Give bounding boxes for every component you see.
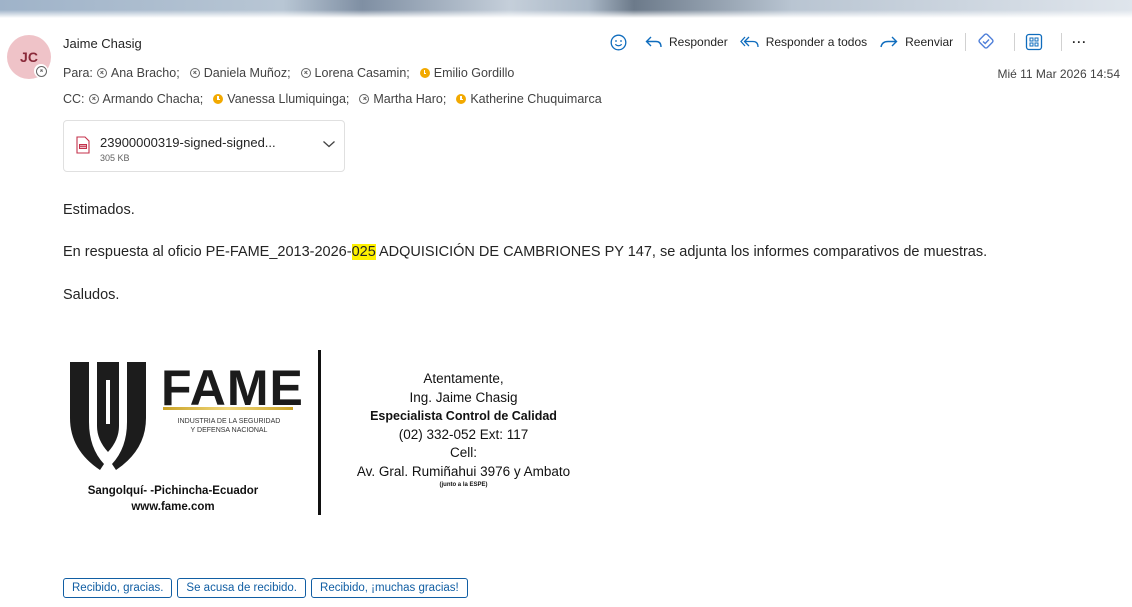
body-text-suffix: ADQUISICIÓN DE CAMBRIONES PY 147, se adj… — [375, 244, 988, 260]
signature-website: www.fame.com — [131, 501, 215, 513]
forward-button[interactable]: Reenviar — [879, 35, 953, 49]
signature-title: Especialista Control de Calidad — [370, 409, 557, 423]
to-label: Para: — [63, 66, 93, 80]
recipient-lorena-casamin[interactable]: Lorena Casamin; — [297, 66, 410, 80]
pdf-file-icon — [76, 136, 90, 154]
fame-logo-mark — [70, 362, 146, 470]
reply-all-label: Responder a todos — [765, 35, 868, 49]
signature-location-block: Sangolquí- -Pichincha-Ecuador www.fame.c… — [63, 483, 283, 515]
signature-regards: Atentamente, — [423, 371, 504, 386]
signature-address: Av. Gral. Rumiñahui 3976 y Ambato — [356, 463, 571, 479]
logo-subtitle-line: Y DEFENSA NACIONAL — [190, 427, 268, 434]
recipient-name: Armando Chacha; — [102, 92, 204, 106]
recipient-ana-bracho[interactable]: Ana Bracho; — [93, 66, 180, 80]
presence-offline-icon — [189, 68, 200, 78]
header-banner-fade — [0, 10, 1132, 18]
signature-address-note: (junto a la ESPE) — [439, 482, 488, 488]
forward-icon — [880, 36, 898, 48]
presence-away-icon — [419, 68, 430, 78]
recipient-emilio-gordillo[interactable]: Emilio Gordillo — [416, 66, 515, 80]
toolbar-divider — [965, 33, 967, 51]
toolbar-divider — [1061, 33, 1063, 51]
quick-reply-button[interactable]: Se acusa de recibido. — [177, 578, 307, 598]
presence-offline-icon — [300, 68, 311, 78]
logo-gold-underline — [163, 407, 293, 410]
forward-label: Reenviar — [905, 35, 954, 49]
body-greeting: Estimados. — [63, 202, 135, 218]
apps-button[interactable] — [1025, 33, 1049, 51]
loop-app-button[interactable] — [976, 33, 1002, 51]
to-line: Para: Ana Bracho; Daniela Muñoz; Lorena … — [63, 66, 520, 80]
recipient-armando-chacha[interactable]: Armando Chacha; — [85, 92, 204, 106]
avatar-initials: JC — [20, 49, 38, 65]
cc-label: CC: — [63, 92, 85, 106]
diamond-check-icon — [978, 33, 994, 49]
body-closing: Saludos. — [63, 287, 120, 303]
presence-offline-icon — [34, 64, 48, 78]
fame-logo-subtitle: INDUSTRIA DE LA SEGURIDAD Y DEFENSA NACI… — [161, 417, 297, 435]
email-signature: FAME INDUSTRIA DE LA SEGURIDAD Y DEFENSA… — [63, 345, 623, 520]
recipient-name: Lorena Casamin; — [314, 66, 410, 80]
attachment-size: 305 KB — [100, 153, 130, 163]
toolbar-divider — [1014, 33, 1016, 51]
signature-name: Ing. Jaime Chasig — [409, 389, 518, 405]
recipient-name: Katherine Chuquimarca — [470, 92, 602, 106]
quick-reply-button[interactable]: Recibido, ¡muchas gracias! — [311, 578, 468, 598]
body-paragraph: En respuesta al oficio PE-FAME_2013-2026… — [63, 244, 987, 260]
signature-cell: Cell: — [449, 445, 477, 460]
sender-name[interactable]: Jaime Chasig — [63, 36, 142, 51]
quick-reply-button[interactable]: Recibido, gracias. — [63, 578, 173, 598]
presence-offline-icon — [96, 68, 107, 78]
apps-grid-icon — [1026, 33, 1043, 51]
recipient-name: Daniela Muñoz; — [203, 66, 291, 80]
presence-offline-icon — [88, 94, 99, 104]
presence-offline-icon — [359, 94, 370, 104]
smiley-icon — [610, 34, 627, 50]
reply-label: Responder — [669, 35, 728, 49]
attachment-card[interactable]: 23900000319-signed-signed... 305 KB — [63, 120, 345, 172]
more-icon: ··· — [1072, 35, 1088, 49]
chevron-down-icon[interactable] — [322, 139, 336, 149]
signature-location: Sangolquí- -Pichincha-Ecuador — [87, 485, 259, 497]
logo-subtitle-line: INDUSTRIA DE LA SEGURIDAD — [177, 418, 281, 425]
quick-replies: Recibido, gracias. Se acusa de recibido.… — [63, 578, 473, 598]
recipient-name: Martha Haro; — [373, 92, 447, 106]
recipient-daniela-munoz[interactable]: Daniela Muñoz; — [186, 66, 291, 80]
recipient-vanessa-llumiquinga[interactable]: Vanessa Llumiquinga; — [209, 92, 349, 106]
message-toolbar: Responder Responder a todos Reenviar ··· — [610, 32, 1099, 52]
cc-line: CC: Armando Chacha; Vanessa Llumiquinga;… — [63, 92, 608, 106]
presence-away-icon — [456, 94, 467, 104]
recipient-martha-haro[interactable]: Martha Haro; — [355, 92, 446, 106]
signature-phone: (02) 332-052 Ext: 117 — [398, 426, 529, 442]
reply-all-button[interactable]: Responder a todos — [739, 35, 868, 49]
emoji-reaction-button[interactable] — [610, 34, 633, 51]
body-text-prefix: En respuesta al oficio PE-FAME_2013-2026… — [63, 244, 352, 260]
presence-away-icon — [213, 94, 224, 104]
reply-all-icon — [739, 36, 759, 48]
signature-contact-block: Atentamente, Ing. Jaime Chasig Especiali… — [321, 370, 606, 489]
reply-button[interactable]: Responder — [645, 35, 728, 49]
message-date: Mié 11 Mar 2026 14:54 — [997, 67, 1120, 81]
recipient-name: Ana Bracho; — [110, 66, 180, 80]
recipient-name: Emilio Gordillo — [433, 66, 515, 80]
highlighted-text: 025 — [351, 244, 376, 260]
attachment-name: 23900000319-signed-signed... — [100, 135, 276, 150]
recipient-katherine-chuquimarca[interactable]: Katherine Chuquimarca — [452, 92, 602, 106]
recipient-name: Vanessa Llumiquinga; — [227, 92, 350, 106]
more-actions-button[interactable]: ··· — [1072, 35, 1087, 49]
reply-icon — [645, 36, 662, 48]
